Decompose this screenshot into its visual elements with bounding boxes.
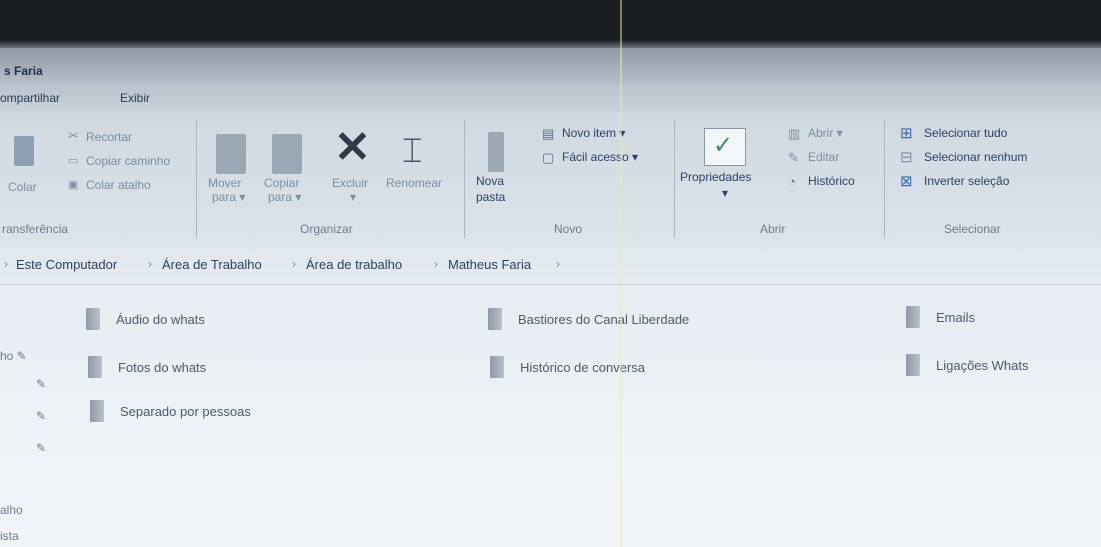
file-list: ho ✎ ✎ ✎ ✎ alho ista Áudio do whats Bast…	[0, 285, 1101, 547]
menu-exibir[interactable]: Exibir	[120, 91, 150, 105]
list-item[interactable]: Histórico de conversa	[490, 356, 810, 380]
delete-icon[interactable]: ✕	[334, 126, 371, 170]
address-bar[interactable]: › Este Computador › Área de Trabalho › Á…	[0, 244, 1101, 285]
folder-name: Bastiores do Canal Liberdade	[518, 312, 690, 327]
folder-icon	[488, 308, 502, 330]
open-button[interactable]: Abrir ▾	[808, 126, 843, 140]
ribbon-separator	[674, 120, 675, 238]
menu-bar: ompartilhar Exibir	[0, 84, 1101, 112]
paste-icon[interactable]	[14, 136, 34, 166]
title-bar: s Faria	[0, 48, 1101, 84]
breadcrumb-matheus-faria[interactable]: Matheus Faria	[448, 257, 531, 272]
folder-name: Fotos do whats	[118, 360, 207, 375]
folder-name: Separado por pessoas	[120, 404, 251, 419]
group-label-select: Selecionar	[944, 222, 1001, 236]
properties-button[interactable]: Propriedades	[680, 170, 751, 184]
list-item[interactable]: Ligações Whats	[906, 354, 1096, 378]
edit-icon: ✎	[788, 150, 799, 165]
ribbon: Colar ✂ Recortar ▭ Copiar caminho ▣ Cola…	[0, 112, 1101, 244]
list-item[interactable]: Áudio do whats	[86, 308, 386, 332]
folder-name: Emails	[936, 310, 976, 325]
cut-button[interactable]: Recortar	[86, 130, 132, 144]
invert-selection-button[interactable]: Inverter seleção	[924, 174, 1009, 188]
list-item[interactable]: Bastiores do Canal Liberdade	[488, 308, 808, 332]
group-label-organize: Organizar	[300, 222, 353, 236]
breadcrumb-area-de-trabalho-2[interactable]: Área de trabalho	[306, 257, 402, 272]
copy-to-icon[interactable]	[272, 134, 302, 174]
pin-icon[interactable]: ✎	[36, 377, 46, 391]
move-to-icon[interactable]	[216, 134, 246, 174]
properties-icon[interactable]: ✓	[704, 128, 746, 166]
group-label-new: Novo	[554, 222, 583, 236]
menu-compartilhar[interactable]: ompartilhar	[0, 91, 60, 105]
screen-glare-line	[620, 0, 622, 547]
open-icon: ▥	[788, 126, 801, 141]
window-title: s Faria	[4, 64, 43, 78]
paste-shortcut-button[interactable]: Colar atalho	[86, 178, 151, 192]
folder-icon	[906, 354, 920, 376]
edit-button[interactable]: Editar	[808, 150, 839, 164]
new-item-icon: ▤	[542, 126, 555, 141]
breadcrumb-chevron[interactable]: ›	[556, 257, 560, 271]
folder-icon	[90, 400, 104, 422]
paste-button[interactable]: Colar	[8, 180, 37, 194]
folder-name: Ligações Whats	[936, 358, 1029, 373]
select-all-icon: ⊞	[900, 125, 913, 142]
folder-icon	[86, 308, 100, 330]
new-item-button[interactable]: Novo item ▾	[562, 126, 625, 140]
breadcrumb-chevron[interactable]: ›	[292, 257, 296, 271]
nav-pane-fragment[interactable]: ista	[0, 529, 19, 543]
select-none-icon: ⊟	[900, 149, 913, 166]
copy-path-button[interactable]: Copiar caminho	[86, 154, 170, 168]
pin-icon[interactable]: ✎	[36, 441, 46, 455]
select-all-button[interactable]: Selecionar tudo	[924, 126, 1007, 140]
properties-arrow[interactable]: ▾	[722, 186, 728, 200]
history-icon: ◔	[788, 174, 796, 189]
easy-access-icon: ▢	[542, 150, 555, 165]
new-folder-icon[interactable]	[488, 132, 504, 172]
folder-icon	[88, 356, 102, 378]
select-none-button[interactable]: Selecionar nenhum	[924, 150, 1027, 164]
breadcrumb-lead-chevron[interactable]: ›	[4, 257, 8, 271]
new-folder-label-2[interactable]: pasta	[476, 190, 505, 204]
group-label-open: Abrir	[760, 222, 786, 236]
ribbon-separator	[464, 120, 465, 238]
move-to-button[interactable]: Mover	[208, 176, 241, 190]
rename-icon[interactable]: ⌶	[402, 134, 422, 168]
ribbon-separator	[196, 120, 197, 238]
move-to-arrow[interactable]: para ▾	[212, 190, 245, 204]
copy-to-button[interactable]: Copiar	[264, 176, 299, 190]
list-item[interactable]: Emails	[906, 306, 1086, 330]
nav-pane-fragment[interactable]: alho	[0, 503, 23, 517]
nav-pane-fragment[interactable]: ho ✎	[0, 349, 27, 363]
folder-name: Histórico de conversa	[520, 360, 645, 375]
pin-icon[interactable]: ✎	[36, 409, 46, 423]
breadcrumb-chevron[interactable]: ›	[148, 257, 152, 271]
invert-selection-icon: ⊠	[900, 173, 913, 190]
group-label-clipboard: ransferência	[2, 222, 69, 236]
copy-path-icon: ▭	[68, 155, 79, 167]
screen-bezel	[0, 0, 1101, 44]
history-button[interactable]: Histórico	[808, 174, 855, 188]
folder-icon	[906, 306, 920, 328]
folder-icon	[490, 356, 504, 378]
ribbon-separator	[884, 120, 885, 238]
new-folder-button[interactable]: Nova	[476, 174, 504, 188]
bezel-edge	[0, 40, 1101, 48]
copy-to-arrow[interactable]: para ▾	[268, 190, 301, 204]
delete-arrow[interactable]: ▾	[350, 190, 356, 204]
list-item[interactable]: Separado por pessoas	[90, 400, 390, 424]
breadcrumb-area-de-trabalho[interactable]: Área de Trabalho	[162, 257, 262, 272]
folder-name: Áudio do whats	[116, 312, 205, 327]
scissors-icon: ✂	[68, 128, 79, 143]
breadcrumb-este-computador[interactable]: Este Computador	[16, 257, 117, 272]
list-item[interactable]: Fotos do whats	[88, 356, 388, 380]
easy-access-button[interactable]: Fácil acesso ▾	[562, 150, 638, 164]
delete-button[interactable]: Excluir	[332, 176, 368, 190]
breadcrumb-chevron[interactable]: ›	[434, 257, 438, 271]
paste-shortcut-icon: ▣	[68, 179, 79, 191]
check-icon: ✓	[713, 132, 734, 159]
rename-button[interactable]: Renomear	[386, 176, 442, 190]
